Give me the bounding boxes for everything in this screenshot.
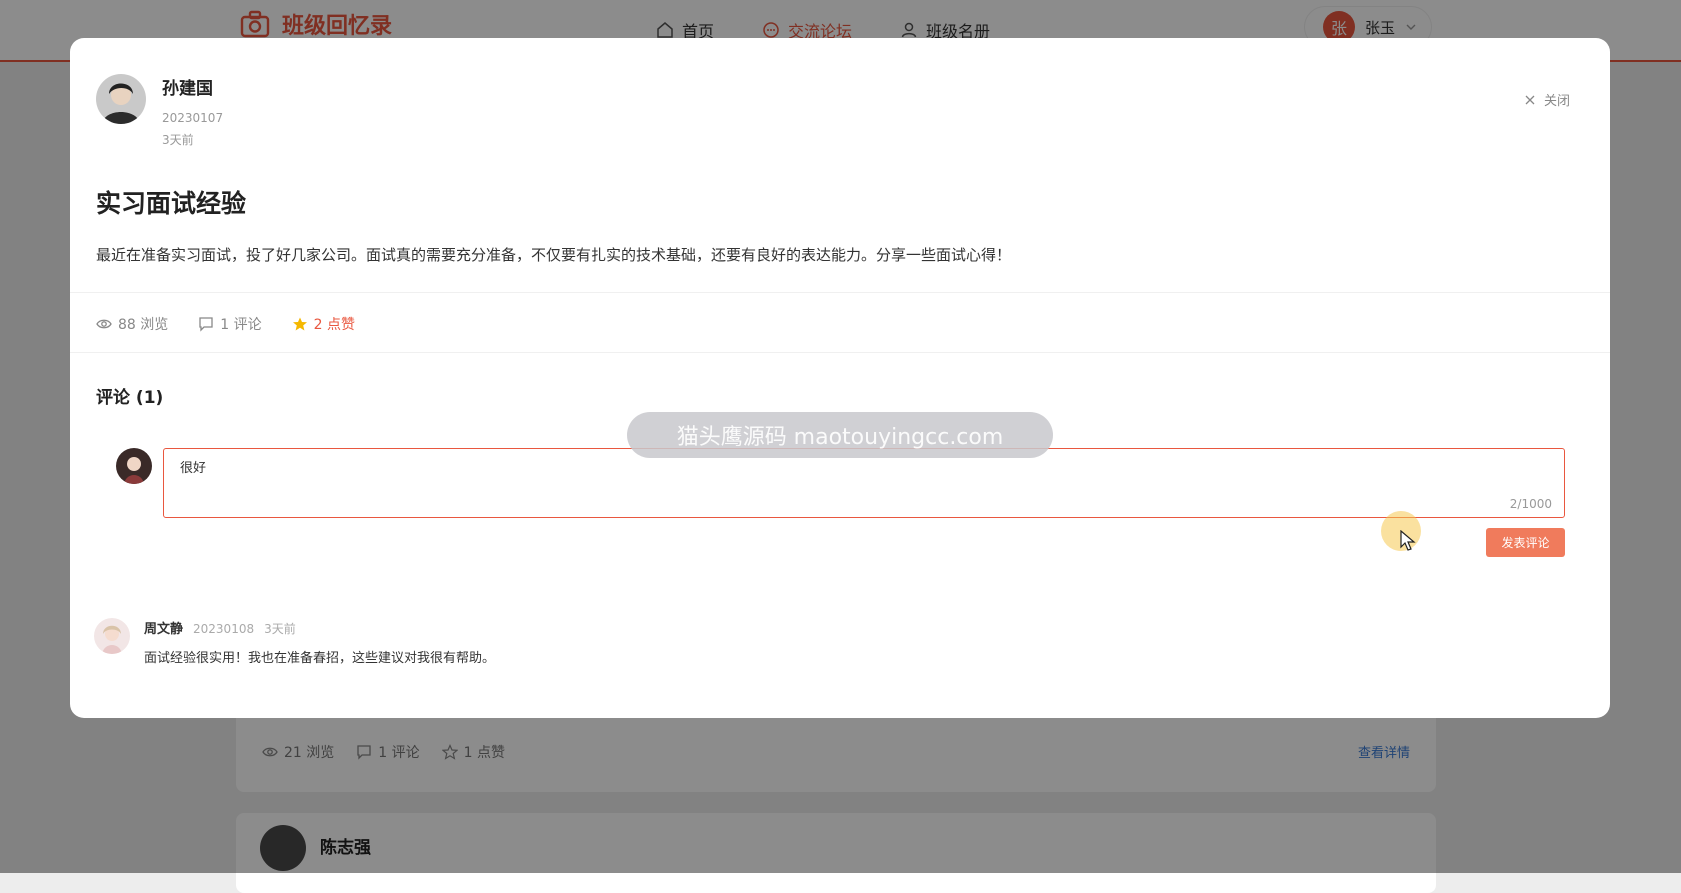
comment-count: 1 评论 bbox=[198, 314, 262, 334]
comment-time: 3天前 bbox=[264, 622, 296, 636]
eye-icon bbox=[96, 319, 112, 329]
post-comment-button[interactable]: 发表评论 bbox=[1486, 528, 1565, 557]
comment-text: 面试经验很实用！我也在准备春招，这些建议对我很有帮助。 bbox=[144, 651, 496, 666]
divider bbox=[70, 352, 1610, 353]
author-id: 20230107 bbox=[162, 111, 224, 125]
post-content: 最近在准备实习面试，投了好几家公司。面试真的需要充分准备，不仅要有扎实的技术基础… bbox=[96, 246, 1012, 264]
like-button[interactable]: 2 点赞 bbox=[292, 314, 355, 334]
commenter-name: 周文静 bbox=[144, 622, 184, 637]
post-author: 孙建国 20230107 3天前 bbox=[96, 74, 223, 151]
post-stats: 88 浏览 1 评论 2 点赞 bbox=[96, 314, 355, 334]
cursor-icon bbox=[1400, 530, 1416, 551]
star-filled-icon bbox=[292, 317, 307, 331]
view-count: 88 浏览 bbox=[96, 314, 168, 334]
author-avatar-image bbox=[96, 74, 146, 124]
comments-title: 评论 (1) bbox=[96, 388, 164, 408]
comment-item: 周文静 20230108 3天前 面试经验很实用！我也在准备春招，这些建议对我很… bbox=[94, 618, 495, 666]
avatar bbox=[116, 448, 152, 484]
post-time: 3天前 bbox=[162, 133, 194, 147]
avatar bbox=[94, 618, 130, 654]
post-detail-modal: 孙建国 20230107 3天前 关闭 实习面试经验 最近在准备实习面试，投了好… bbox=[70, 38, 1610, 718]
comment-input-value: 很好 bbox=[180, 461, 207, 476]
divider bbox=[70, 292, 1610, 293]
comment-input[interactable]: 很好 2/1000 bbox=[163, 448, 1565, 518]
post-title: 实习面试经验 bbox=[96, 189, 247, 218]
my-avatar-image bbox=[116, 448, 152, 484]
avatar bbox=[96, 74, 146, 124]
close-button[interactable]: 关闭 bbox=[1524, 90, 1570, 109]
commenter-id: 20230108 bbox=[193, 622, 255, 636]
watermark: 猫头鹰源码 maotouyingcc.com bbox=[627, 412, 1053, 458]
close-icon bbox=[1525, 95, 1535, 104]
close-label: 关闭 bbox=[1543, 94, 1570, 109]
commenter-avatar-image bbox=[94, 618, 130, 654]
comment-icon bbox=[199, 317, 213, 332]
char-counter: 2/1000 bbox=[1509, 497, 1552, 511]
author-name: 孙建国 bbox=[162, 79, 213, 99]
